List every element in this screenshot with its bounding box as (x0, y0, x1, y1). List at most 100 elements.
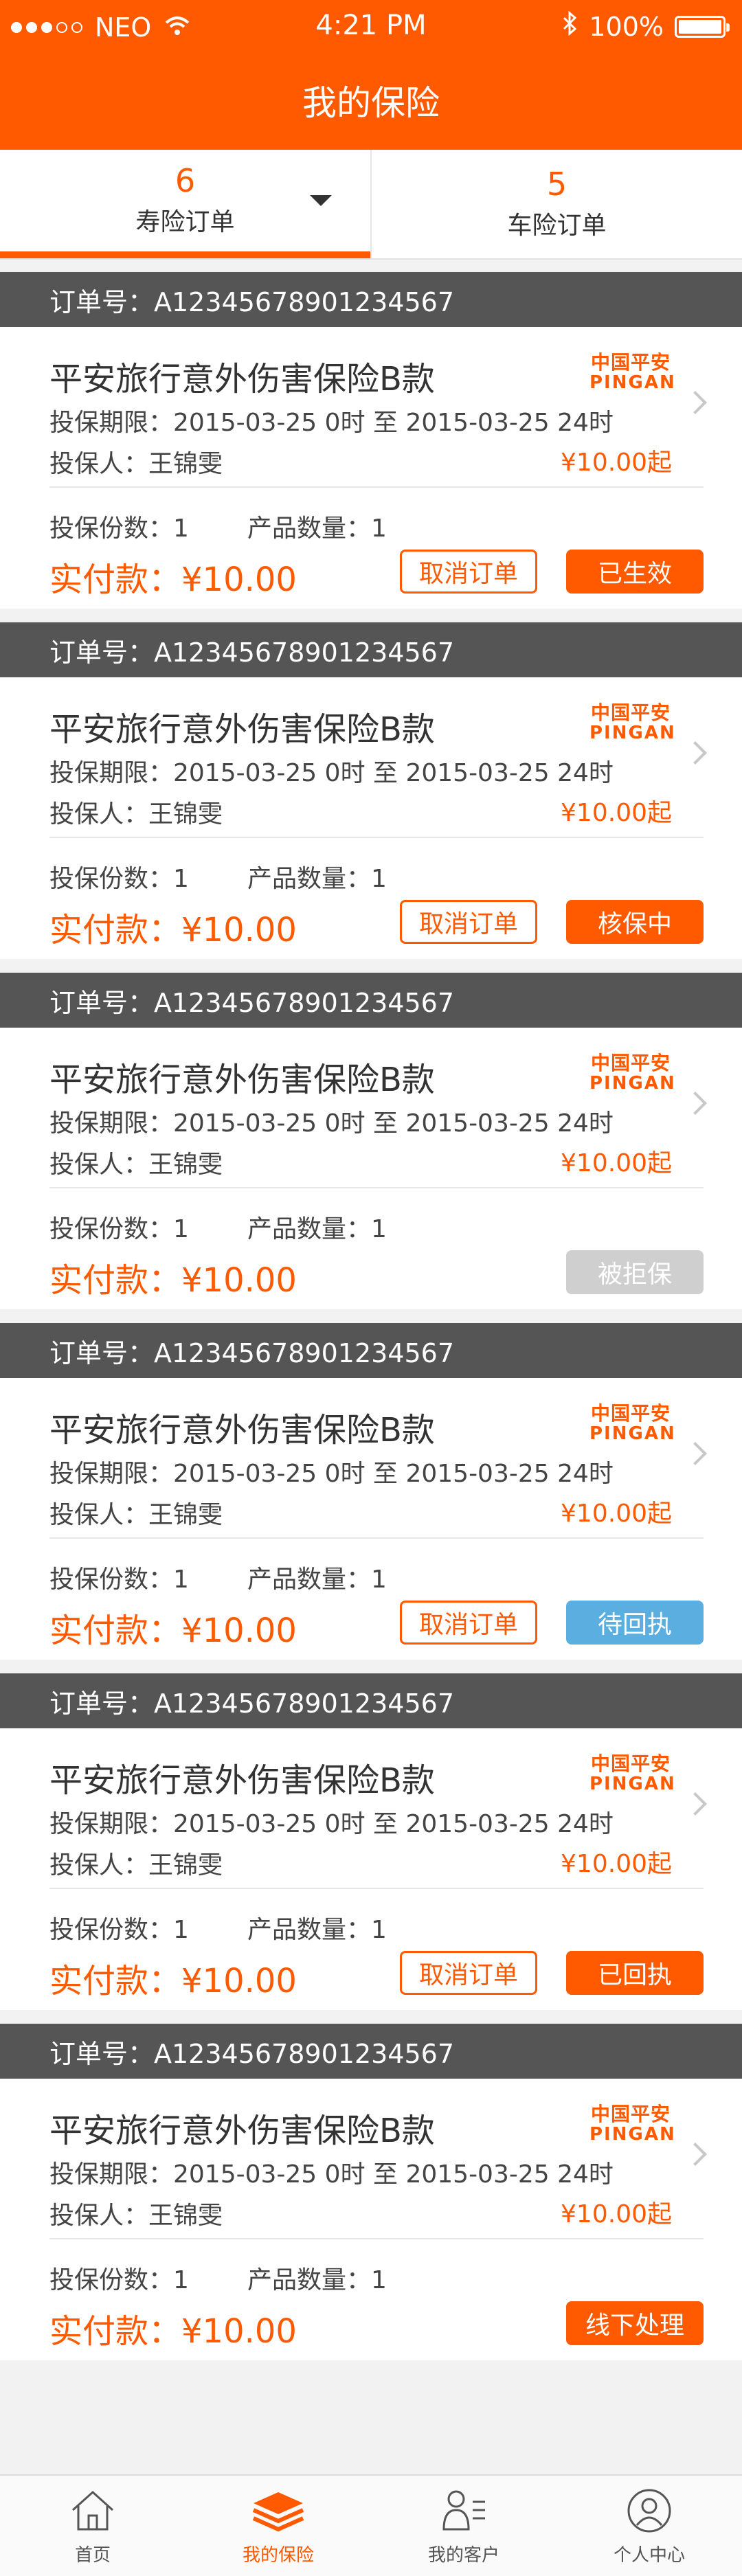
amount-paid: 实付款：¥10.00 (49, 1962, 297, 2000)
order-card: 订单号：A12345678901234567 平安旅行意外伤害保险B款 投保期限：2… (0, 272, 742, 609)
policy-quantity: 投保份数：1 (49, 1215, 189, 1243)
product-name: 平安旅行意外伤害保险B款 (49, 360, 435, 398)
chevron-right-icon (684, 741, 707, 765)
tab-label: 寿险订单 (135, 208, 235, 237)
tab-label: 车险订单 (507, 212, 607, 240)
policy-holder: 投保人：王锦雯 (49, 1851, 223, 1879)
price-from: ¥10.00起 (561, 1149, 672, 1177)
tab-count: 6 (175, 161, 196, 199)
nav-my-customers[interactable]: 我的客户 (371, 2476, 556, 2576)
product-count: 产品数量：1 (247, 515, 387, 543)
chevron-right-icon (684, 2143, 707, 2166)
insurance-period: 投保期限：2015-03-25 0时 至 2015-03-25 24时 (49, 1810, 614, 1838)
nav-label: 首页 (74, 2545, 111, 2566)
nav-label: 我的保险 (242, 2545, 314, 2566)
cancel-order-button[interactable]: 取消订单 (400, 1601, 537, 1645)
product-name: 平安旅行意外伤害保险B款 (49, 710, 435, 749)
status-badge: 线下处理 (566, 2301, 704, 2345)
price-from: ¥10.00起 (561, 1850, 672, 1878)
contacts-icon (436, 2485, 491, 2537)
order-card: 订单号：A12345678901234567 平安旅行意外伤害保险B款 投保期限：2… (0, 2024, 742, 2360)
order-number: 订单号：A12345678901234567 (0, 2024, 742, 2079)
insurance-period: 投保期限：2015-03-25 0时 至 2015-03-25 24时 (49, 1460, 614, 1488)
home-icon (65, 2485, 120, 2537)
policy-quantity: 投保份数：1 (49, 515, 189, 543)
policy-quantity: 投保份数：1 (49, 2266, 189, 2294)
profile-icon (622, 2485, 677, 2537)
product-name: 平安旅行意外伤害保险B款 (49, 2112, 435, 2150)
product-count: 产品数量：1 (247, 865, 387, 893)
order-detail-link[interactable]: 平安旅行意外伤害保险B款投保期限：2015-03-25 0时 至 2015-03… (49, 677, 707, 838)
order-detail-link[interactable]: 平安旅行意外伤害保险B款投保期限：2015-03-25 0时 至 2015-03… (49, 1028, 707, 1188)
pingan-logo: 中国平安 PINGAN (589, 1752, 676, 1794)
amount-paid: 实付款：¥10.00 (49, 561, 297, 599)
status-badge: 被拒保 (566, 1250, 704, 1294)
amount-paid: 实付款：¥10.00 (49, 1612, 297, 1650)
pingan-logo: 中国平安 PINGAN (589, 351, 676, 393)
amount-paid: 实付款：¥10.00 (49, 1261, 297, 1300)
insurance-period: 投保期限：2015-03-25 0时 至 2015-03-25 24时 (49, 409, 614, 437)
insurance-period: 投保期限：2015-03-25 0时 至 2015-03-25 24时 (49, 1109, 614, 1138)
status-badge: 待回执 (566, 1601, 704, 1645)
product-count: 产品数量：1 (247, 2266, 387, 2294)
bluetooth-icon (563, 10, 578, 42)
price-from: ¥10.00起 (561, 2200, 672, 2228)
nav-my-insurance[interactable]: 我的保险 (186, 2476, 371, 2576)
product-count: 产品数量：1 (247, 1566, 387, 1594)
price-from: ¥10.00起 (561, 799, 672, 827)
cancel-order-button[interactable]: 取消订单 (400, 1951, 537, 1995)
battery-percent: 100% (589, 11, 664, 42)
pingan-logo: 中国平安 PINGAN (589, 2103, 676, 2145)
top-bar: NEO 4:21 PM 100% 我的保险 (0, 0, 742, 150)
status-bar: NEO 4:21 PM 100% (0, 0, 742, 51)
order-detail-link[interactable]: 平安旅行意外伤害保险B款投保期限：2015-03-25 0时 至 2015-03… (49, 1378, 707, 1539)
product-name: 平安旅行意外伤害保险B款 (49, 1761, 435, 1800)
cancel-order-button[interactable]: 取消订单 (400, 900, 537, 944)
order-card: 订单号：A12345678901234567 平安旅行意外伤害保险B款 投保期限：2… (0, 622, 742, 959)
layers-icon (251, 2485, 306, 2537)
price-from: ¥10.00起 (561, 1500, 672, 1528)
status-badge: 已回执 (566, 1951, 704, 1995)
order-list: 订单号：A12345678901234567 平安旅行意外伤害保险B款 投保期限：2… (0, 260, 742, 2360)
order-card: 订单号：A12345678901234567 平安旅行意外伤害保险B款 投保期限：2… (0, 1323, 742, 1660)
amount-paid: 实付款：¥10.00 (49, 2312, 297, 2351)
order-number: 订单号：A12345678901234567 (0, 622, 742, 677)
order-number: 订单号：A12345678901234567 (0, 1323, 742, 1378)
status-badge: 已生效 (566, 550, 704, 594)
page-title: 我的保险 (302, 83, 440, 123)
insurance-period: 投保期限：2015-03-25 0时 至 2015-03-25 24时 (49, 2160, 614, 2189)
order-detail-link[interactable]: 平安旅行意外伤害保险B款投保期限：2015-03-25 0时 至 2015-03… (49, 1728, 707, 1889)
policy-holder: 投保人：王锦雯 (49, 1501, 223, 1529)
product-count: 产品数量：1 (247, 1916, 387, 1944)
policy-quantity: 投保份数：1 (49, 865, 189, 893)
product-name: 平安旅行意外伤害保险B款 (49, 1411, 435, 1449)
pingan-logo: 中国平安 PINGAN (589, 701, 676, 743)
price-from: ¥10.00起 (561, 449, 672, 477)
order-card: 订单号：A12345678901234567 平安旅行意外伤害保险B款 投保期限：2… (0, 1673, 742, 2010)
order-detail-link[interactable]: 平安旅行意外伤害保险B款投保期限：2015-03-25 0时 至 2015-03… (49, 2079, 707, 2239)
amount-paid: 实付款：¥10.00 (49, 911, 297, 949)
order-detail-link[interactable]: 平安旅行意外伤害保险B款投保期限：2015-03-25 0时 至 2015-03… (49, 327, 707, 488)
chevron-right-icon (684, 1442, 707, 1465)
nav-personal-center[interactable]: 个人中心 (556, 2476, 742, 2576)
cancel-order-button[interactable]: 取消订单 (400, 550, 537, 594)
chevron-right-icon (684, 1792, 707, 1816)
battery-icon (675, 15, 730, 38)
policy-holder: 投保人：王锦雯 (49, 1151, 223, 1179)
policy-holder: 投保人：王锦雯 (49, 450, 223, 478)
order-card: 订单号：A12345678901234567 平安旅行意外伤害保险B款 投保期限：2… (0, 973, 742, 1309)
tab-car-insurance-orders[interactable]: 5 车险订单 (370, 150, 742, 258)
product-count: 产品数量：1 (247, 1215, 387, 1243)
tab-count: 5 (546, 165, 567, 203)
policy-quantity: 投保份数：1 (49, 1916, 189, 1944)
pingan-logo: 中国平安 PINGAN (589, 1052, 676, 1094)
dropdown-caret-icon[interactable] (310, 195, 332, 206)
insurance-period: 投保期限：2015-03-25 0时 至 2015-03-25 24时 (49, 759, 614, 787)
policy-quantity: 投保份数：1 (49, 1566, 189, 1594)
tab-life-insurance-orders[interactable]: 6 寿险订单 (0, 150, 370, 258)
policy-holder: 投保人：王锦雯 (49, 800, 223, 828)
status-badge: 核保中 (566, 900, 704, 944)
nav-home[interactable]: 首页 (0, 2476, 186, 2576)
order-tabs: 6 寿险订单 5 车险订单 (0, 150, 742, 260)
product-name: 平安旅行意外伤害保险B款 (49, 1061, 435, 1099)
